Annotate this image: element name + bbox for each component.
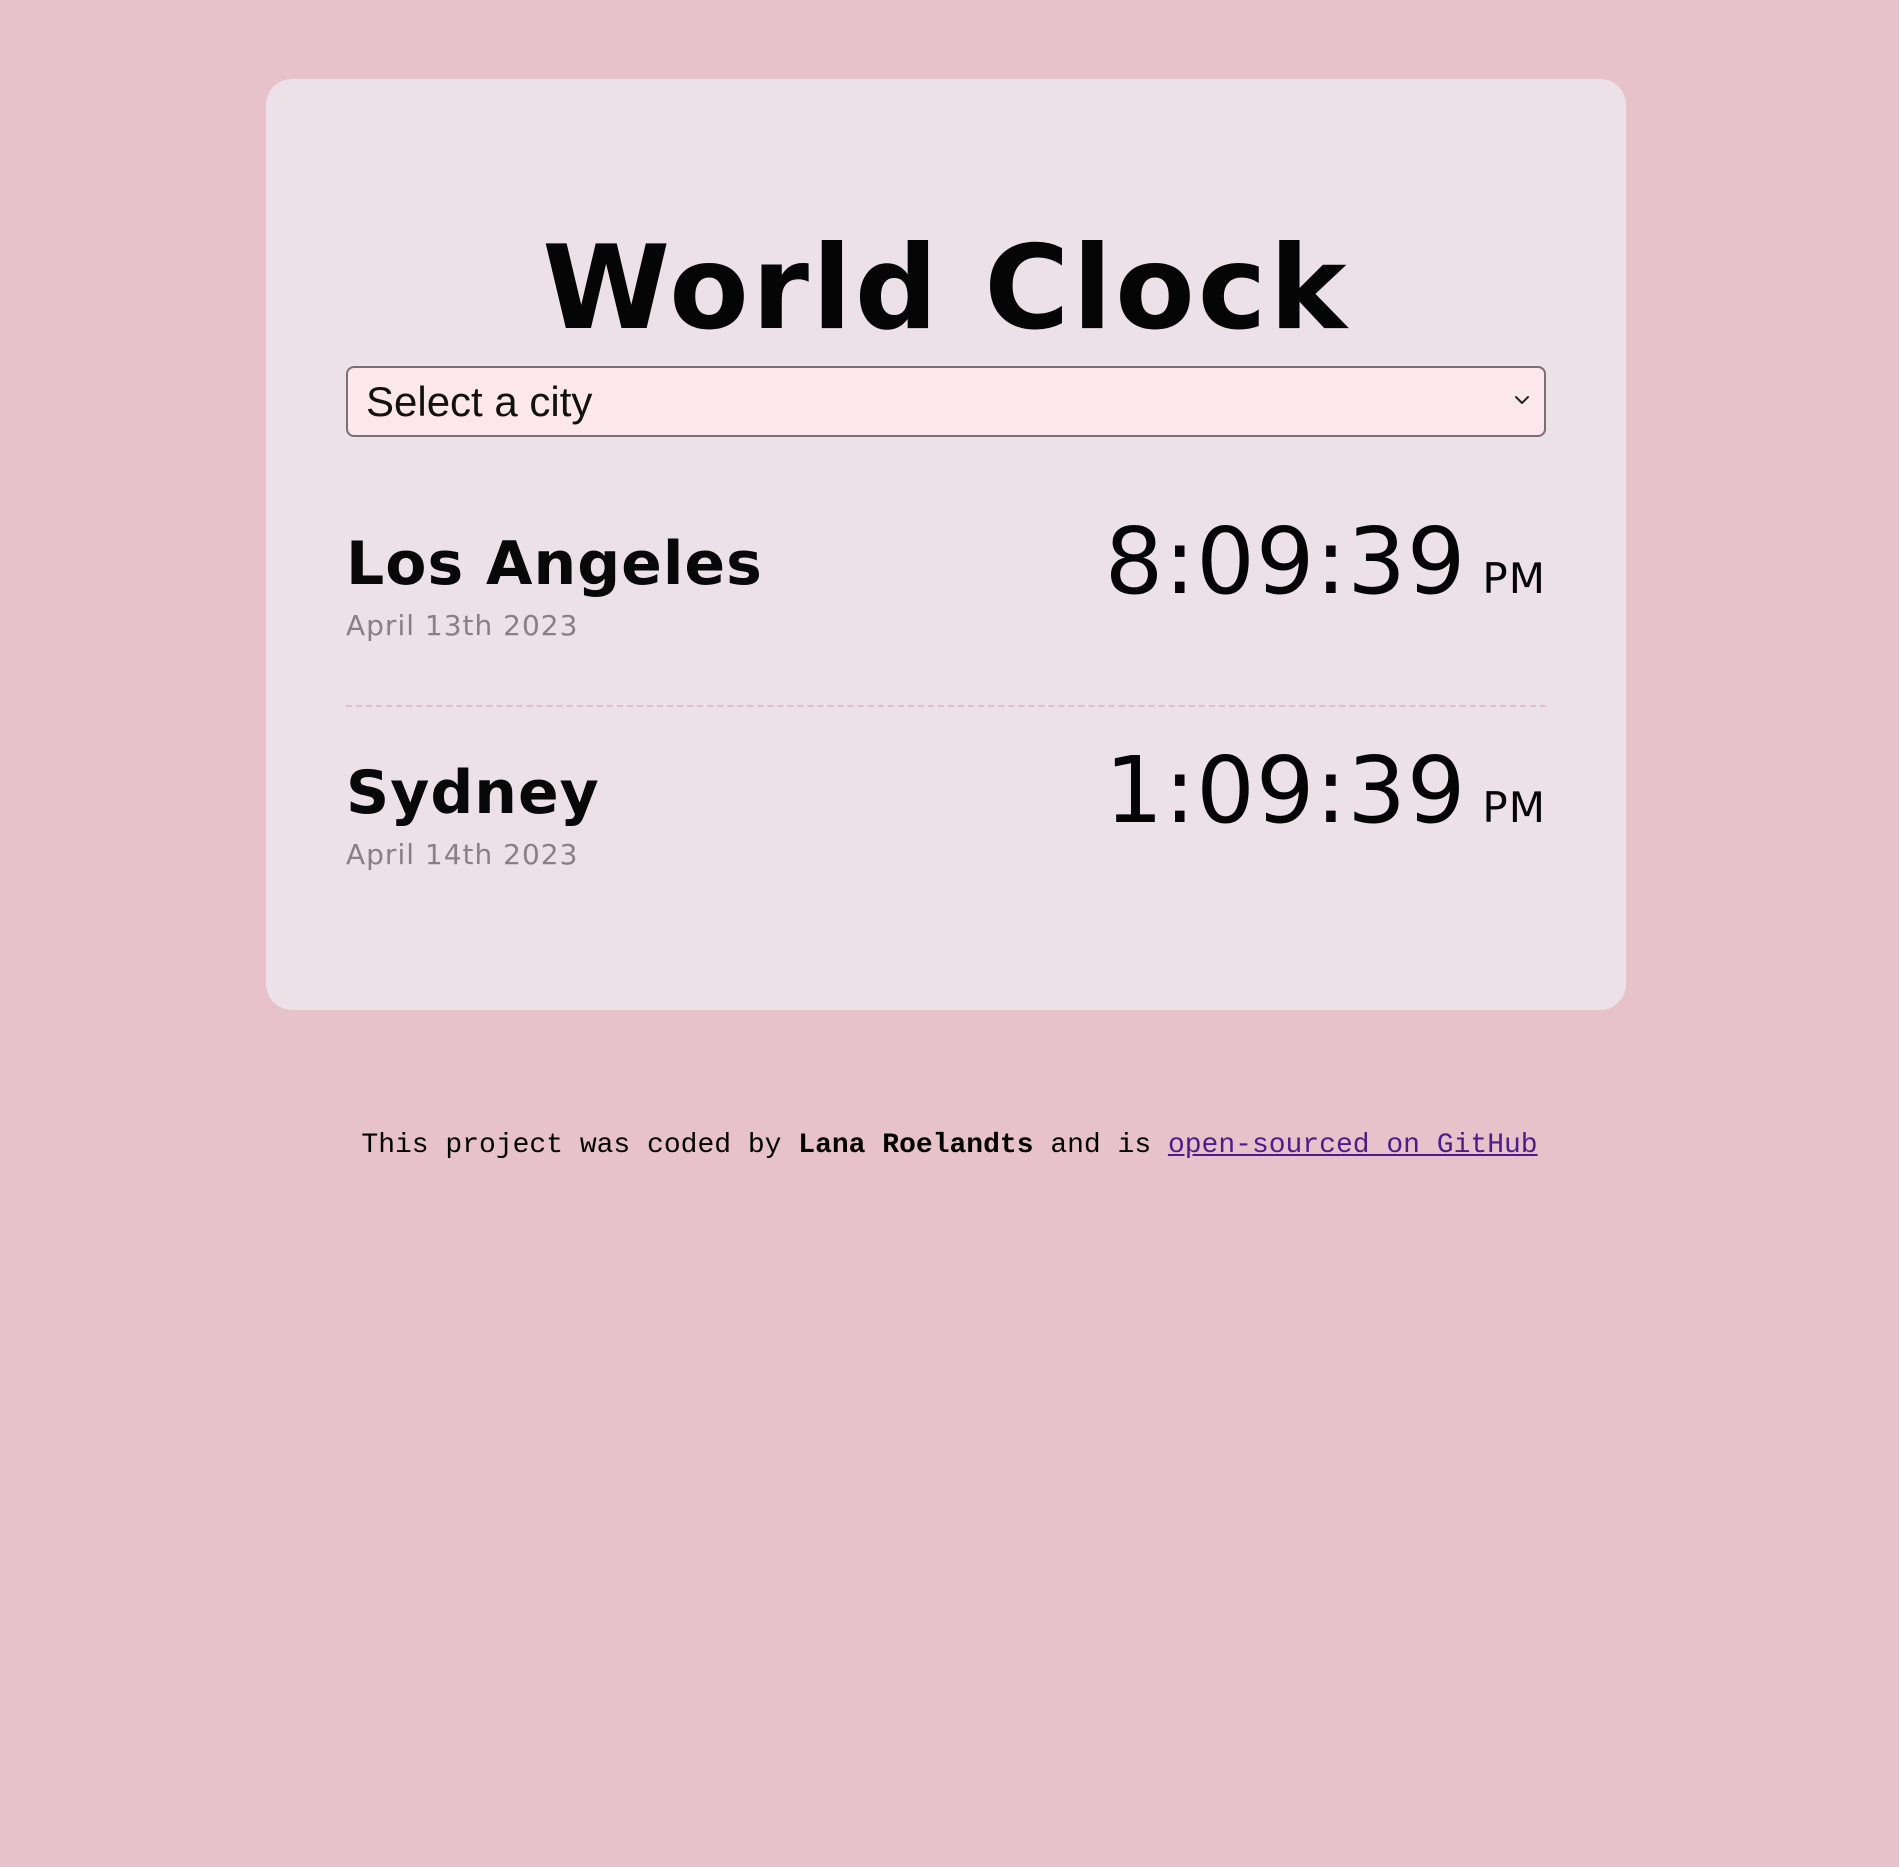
footer-credit: This project was coded by Lana Roelandts… bbox=[0, 1130, 1899, 1161]
city-time: 1:09:39 PM bbox=[1105, 745, 1546, 837]
city-time: 8:09:39 PM bbox=[1105, 516, 1546, 608]
footer-middle: and is bbox=[1033, 1130, 1168, 1161]
city-select-value: Select a city bbox=[366, 378, 593, 425]
city-select[interactable]: Select a city bbox=[346, 366, 1546, 437]
time-digits: 8:09:39 bbox=[1104, 508, 1467, 615]
world-clock-card: World Clock Select a city Los Angeles Ap… bbox=[266, 79, 1626, 1010]
city-divider bbox=[346, 705, 1546, 707]
page-title: World Clock bbox=[542, 221, 1350, 356]
time-digits: 1:09:39 bbox=[1104, 737, 1467, 844]
github-link[interactable]: open-sourced on GitHub bbox=[1168, 1130, 1538, 1161]
city-name: Los Angeles bbox=[346, 529, 763, 599]
time-ampm: PM bbox=[1482, 554, 1546, 603]
footer-prefix: This project was coded by bbox=[361, 1130, 799, 1161]
footer-author: Lana Roelandts bbox=[798, 1130, 1034, 1161]
time-ampm: PM bbox=[1482, 783, 1546, 832]
city-date: April 13th 2023 bbox=[346, 609, 579, 642]
chevron-down-icon bbox=[1515, 396, 1529, 404]
city-name: Sydney bbox=[346, 758, 600, 828]
city-date: April 14th 2023 bbox=[346, 838, 579, 871]
